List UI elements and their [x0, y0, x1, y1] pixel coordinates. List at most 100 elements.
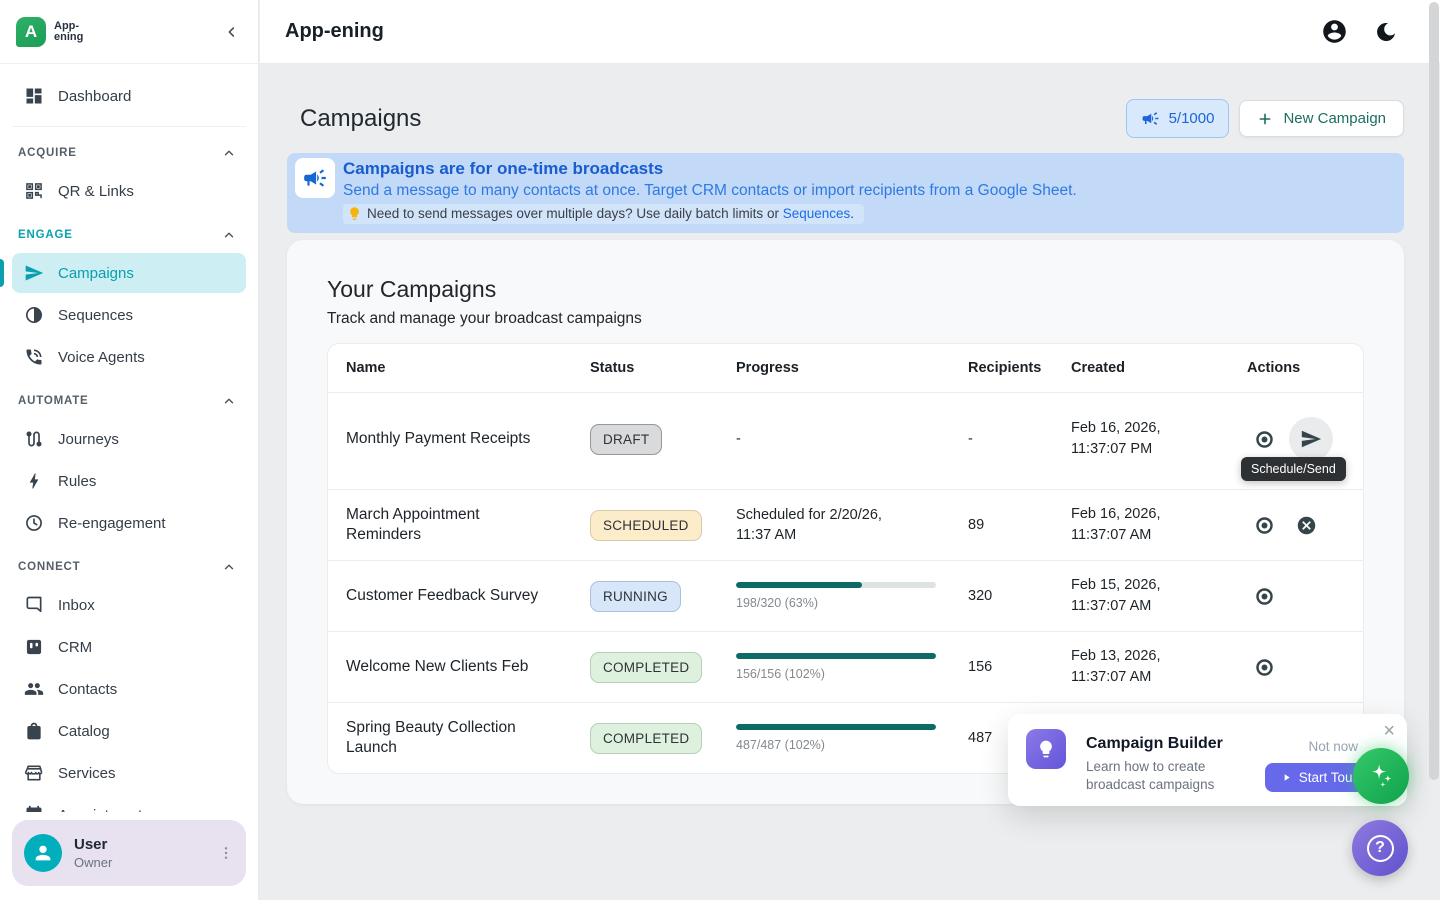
eye-icon [1254, 657, 1275, 678]
campaign-name: Spring Beauty Collection Launch [328, 703, 578, 774]
status-badge: COMPLETED [590, 723, 702, 754]
help-fab[interactable]: ? [1352, 820, 1408, 876]
sidebar-logo-row: A App- ening [0, 0, 258, 64]
progress-cell: Scheduled for 2/20/26, 11:37 AM [724, 490, 956, 561]
sequence-icon [24, 305, 44, 325]
lightning-icon [24, 471, 44, 491]
campaign-name: March Appointment Reminders [328, 490, 578, 561]
progress-cell: - [724, 393, 956, 490]
sidebar-item-label: Services [58, 765, 116, 782]
lightbulb-icon [1036, 739, 1056, 759]
campaign-name: Customer Feedback Survey [328, 561, 578, 632]
app-title: App-ening [285, 20, 384, 43]
recipients-cell: - [956, 393, 1059, 490]
sidebar-item-crm[interactable]: CRM [12, 627, 246, 667]
section-engage[interactable]: ENGAGE [12, 213, 246, 251]
table-header-row: Name Status Progress Recipients Created … [328, 344, 1363, 393]
progress-cell: 156/156 (102%) [724, 632, 956, 703]
sidebar-item-services[interactable]: Services [12, 753, 246, 793]
cancel-icon [1296, 515, 1317, 536]
storefront-icon [24, 763, 44, 783]
account-circle-icon [1321, 18, 1348, 45]
sidebar-item-campaigns[interactable]: Campaigns [12, 253, 246, 293]
status-badge: DRAFT [590, 424, 662, 455]
sidebar-item-appointments[interactable]: Appointments [12, 795, 246, 812]
section-automate[interactable]: AUTOMATE [12, 379, 246, 417]
sidebar-item-voice-agents[interactable]: Voice Agents [12, 337, 246, 377]
sidebar-item-inbox[interactable]: Inbox [12, 585, 246, 625]
section-subtitle: Track and manage your broadcast campaign… [327, 310, 1364, 328]
section-connect[interactable]: CONNECT [12, 545, 246, 583]
ai-assistant-fab[interactable] [1353, 748, 1409, 804]
view-button[interactable] [1247, 579, 1281, 613]
sidebar-item-re-engagement[interactable]: Re-engagement [12, 503, 246, 543]
table-row: Monthly Payment Receipts DRAFT - - Feb 1… [328, 393, 1363, 490]
chat-icon [24, 595, 44, 615]
sidebar-item-label: QR & Links [58, 183, 134, 200]
chevron-up-icon [222, 560, 236, 574]
not-now-button[interactable]: Not now [1308, 739, 1358, 754]
section-acquire[interactable]: ACQUIRE [12, 131, 246, 169]
table-row: March Appointment Reminders SCHEDULED Sc… [328, 490, 1363, 561]
chevron-up-icon [222, 146, 236, 160]
campaign-usage-badge[interactable]: 5/1000 [1126, 99, 1230, 138]
sidebar-item-journeys[interactable]: Journeys [12, 419, 246, 459]
created-cell: Feb 15, 2026, 11:37:07 AM [1059, 561, 1235, 632]
topbar: App-ening [260, 0, 1440, 64]
user-name: User [74, 836, 112, 853]
sidebar-nav: Dashboard ACQUIRE QR & Links ENGAGE Camp… [0, 64, 258, 812]
sidebar-item-label: Re-engagement [58, 515, 166, 532]
sidebar-item-label: Dashboard [58, 88, 131, 105]
sidebar-item-catalog[interactable]: Catalog [12, 711, 246, 751]
page-scrollbar[interactable] [1429, 2, 1439, 780]
sidebar-item-qr-links[interactable]: QR & Links [12, 171, 246, 211]
sidebar-item-dashboard[interactable]: Dashboard [12, 76, 246, 116]
sidebar-item-label: Inbox [58, 597, 95, 614]
section-title: Your Campaigns [327, 276, 1364, 303]
col-name: Name [328, 344, 578, 393]
person-icon [32, 842, 54, 864]
progress-caption: 156/156 (102%) [736, 667, 956, 681]
sidebar-item-sequences[interactable]: Sequences [12, 295, 246, 335]
chevron-up-icon [222, 394, 236, 408]
page-title: Campaigns [300, 105, 421, 133]
user-menu-button[interactable] [218, 845, 234, 861]
banner-subtitle: Send a message to many contacts at once.… [343, 182, 1077, 200]
progress-bar [736, 724, 936, 730]
account-button[interactable] [1321, 18, 1348, 45]
sequences-link[interactable]: Sequences [783, 206, 851, 221]
sidebar-item-label: Appointments [58, 807, 150, 813]
campaigns-table: Name Status Progress Recipients Created … [327, 343, 1364, 774]
sidebar-item-label: Sequences [58, 307, 133, 324]
sidebar-item-label: Catalog [58, 723, 110, 740]
schedule-send-button[interactable] [1289, 417, 1333, 461]
view-button[interactable] [1247, 508, 1281, 542]
banner-title: Campaigns are for one-time broadcasts [343, 159, 1077, 179]
info-banner: Campaigns are for one-time broadcasts Se… [287, 153, 1404, 233]
dark-mode-toggle[interactable] [1374, 20, 1398, 44]
sidebar-item-rules[interactable]: Rules [12, 461, 246, 501]
progress-caption: 198/320 (63%) [736, 596, 956, 610]
eye-icon [1254, 429, 1275, 450]
campaign-name: Welcome New Clients Feb [328, 632, 578, 703]
close-icon[interactable]: × [1383, 720, 1395, 743]
send-icon [24, 263, 44, 283]
progress-bar [736, 653, 936, 659]
app-logo-letter: A [25, 22, 37, 42]
banner-tip: Need to send messages over multiple days… [343, 204, 864, 224]
cancel-button[interactable] [1289, 508, 1323, 542]
lightbulb-badge [1026, 729, 1066, 769]
view-button[interactable] [1247, 422, 1281, 456]
sidebar-item-contacts[interactable]: Contacts [12, 669, 246, 709]
new-campaign-button[interactable]: New Campaign [1239, 100, 1404, 137]
sidebar-collapse-button[interactable] [224, 24, 240, 40]
progress-bar [736, 582, 936, 588]
progress-caption: 487/487 (102%) [736, 738, 956, 752]
toast-title: Campaign Builder [1086, 735, 1223, 753]
lightbulb-icon [347, 206, 362, 221]
route-icon [24, 429, 44, 449]
created-cell: Feb 13, 2026, 11:37:07 AM [1059, 632, 1235, 703]
toast-body: Learn how to create broadcast campaigns [1086, 758, 1246, 794]
view-button[interactable] [1247, 650, 1281, 684]
user-panel[interactable]: User Owner [12, 820, 246, 886]
